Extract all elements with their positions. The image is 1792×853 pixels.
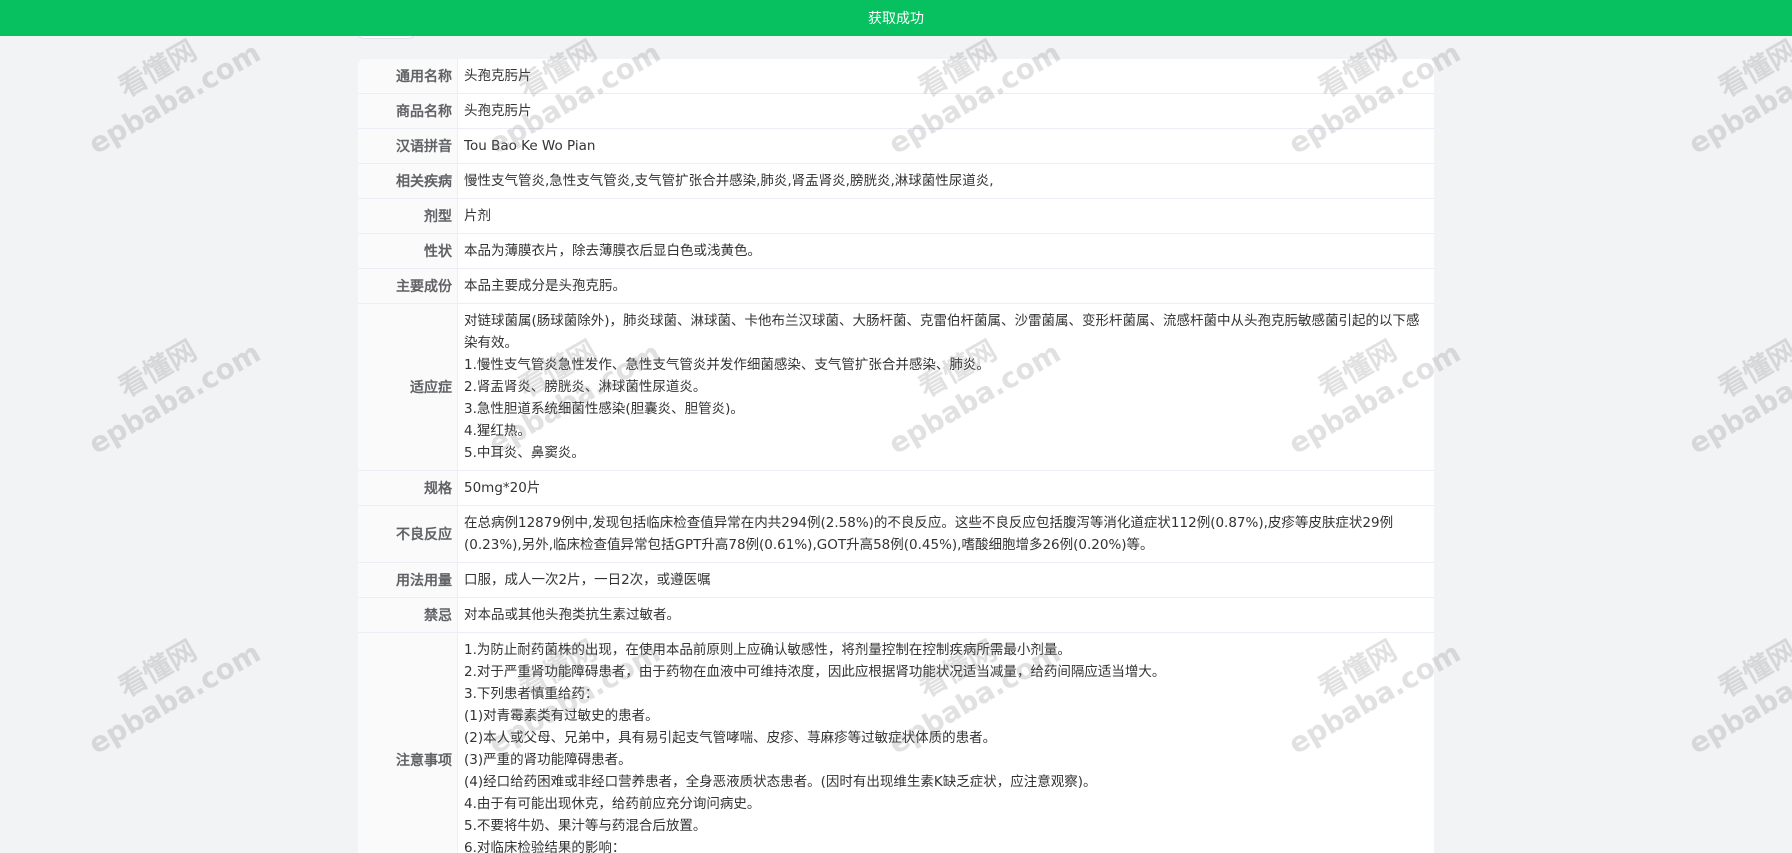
row-value: 对本品或其他头孢类抗生素过敏者。 xyxy=(458,598,1434,632)
row-label: 主要成份 xyxy=(358,269,458,303)
table-row: 不良反应 在总病例12879例中,发现包括临床检查值异常在内共294例(2.58%… xyxy=(358,506,1434,563)
value-line: 1.慢性支气管炎急性发作、急性支气管炎并发作细菌感染、支气管扩张合并感染、肺炎。 xyxy=(464,357,990,373)
row-label: 性状 xyxy=(358,234,458,268)
row-value: Tou Bao Ke Wo Pian xyxy=(458,129,1434,163)
row-value: 慢性支气管炎,急性支气管炎,支气管扩张合并感染,肺炎,肾盂肾炎,膀胱炎,淋球菌性… xyxy=(458,164,1434,198)
row-value: 对链球菌属(肠球菌除外)，肺炎球菌、淋球菌、卡他布兰汉球菌、大肠杆菌、克雷伯杆菌… xyxy=(458,304,1434,470)
row-value: 在总病例12879例中,发现包括临床检查值异常在内共294例(2.58%)的不良… xyxy=(458,506,1434,562)
drug-info-table: 通用名称 头孢克肟片 商品名称 头孢克肟片 汉语拼音 Tou Bao Ke Wo Pian… xyxy=(358,59,1434,853)
value-line: 本品为薄膜衣片，除去薄膜衣后显白色或浅黄色。 xyxy=(464,243,761,259)
table-row: 汉语拼音 Tou Bao Ke Wo Pian xyxy=(358,129,1434,164)
row-value: 头孢克肟片 xyxy=(458,59,1434,93)
value-line: 4.由于有可能出现休克，给药前应充分询问病史。 xyxy=(464,796,761,812)
row-value: 50mg*20片 xyxy=(458,471,1434,505)
row-label: 通用名称 xyxy=(358,59,458,93)
table-row: 适应症 对链球菌属(肠球菌除外)，肺炎球菌、淋球菌、卡他布兰汉球菌、大肠杆菌、克雷… xyxy=(358,304,1434,471)
table-row: 通用名称 头孢克肟片 xyxy=(358,59,1434,94)
table-row: 主要成份 本品主要成分是头孢克肟。 xyxy=(358,269,1434,304)
value-line: 6.对临床检验结果的影响： xyxy=(464,840,626,853)
table-row: 商品名称 头孢克肟片 xyxy=(358,94,1434,129)
value-line: 头孢克肟片 xyxy=(464,103,532,119)
value-line: 2.肾盂肾炎、膀胱炎、淋球菌性尿道炎。 xyxy=(464,379,707,395)
value-line: Tou Bao Ke Wo Pian xyxy=(464,138,596,154)
row-value: 头孢克肟片 xyxy=(458,94,1434,128)
value-line: (1)对青霉素类有过敏史的患者。 xyxy=(464,708,659,724)
value-line: 5.不要将牛奶、果汁等与药混合后放置。 xyxy=(464,818,707,834)
row-value: 片剂 xyxy=(458,199,1434,233)
row-label: 禁忌 xyxy=(358,598,458,632)
table-row: 禁忌 对本品或其他头孢类抗生素过敏者。 xyxy=(358,598,1434,633)
value-line: 2.对于严重肾功能障碍患者，由于药物在血液中可维持浓度，因此应根据肾功能状况适当… xyxy=(464,664,1166,680)
row-label: 剂型 xyxy=(358,199,458,233)
row-value: 口服，成人一次2片，一日2次，或遵医嘱 xyxy=(458,563,1434,597)
value-line: 慢性支气管炎,急性支气管炎,支气管扩张合并感染,肺炎,肾盂肾炎,膀胱炎,淋球菌性… xyxy=(464,173,994,189)
row-value: 本品主要成分是头孢克肟。 xyxy=(458,269,1434,303)
page-background: 通用名称 头孢克肟片 商品名称 头孢克肟片 汉语拼音 Tou Bao Ke Wo Pian… xyxy=(0,0,1792,853)
table-row: 注意事项 1.为防止耐药菌株的出现，在使用本品前原则上应确认敏感性，将剂量控制在控… xyxy=(358,633,1434,853)
value-line: 1.为防止耐药菌株的出现，在使用本品前原则上应确认敏感性，将剂量控制在控制疾病所… xyxy=(464,642,1071,658)
table-row: 用法用量 口服，成人一次2片，一日2次，或遵医嘱 xyxy=(358,563,1434,598)
row-label: 注意事项 xyxy=(358,633,458,853)
table-row: 剂型 片剂 xyxy=(358,199,1434,234)
row-label: 不良反应 xyxy=(358,506,458,562)
value-line: 头孢克肟片 xyxy=(464,68,532,84)
row-label: 适应症 xyxy=(358,304,458,470)
value-line: 3.急性胆道系统细菌性感染(胆囊炎、胆管炎)。 xyxy=(464,401,744,417)
table-row: 性状 本品为薄膜衣片，除去薄膜衣后显白色或浅黄色。 xyxy=(358,234,1434,269)
value-line: 对链球菌属(肠球菌除外)，肺炎球菌、淋球菌、卡他布兰汉球菌、大肠杆菌、克雷伯杆菌… xyxy=(464,313,1420,351)
value-line: 口服，成人一次2片，一日2次，或遵医嘱 xyxy=(464,572,711,588)
value-line: 50mg*20片 xyxy=(464,480,541,496)
value-line: 5.中耳炎、鼻窦炎。 xyxy=(464,445,585,461)
table-row: 规格 50mg*20片 xyxy=(358,471,1434,506)
value-line: 本品主要成分是头孢克肟。 xyxy=(464,278,626,294)
value-line: 片剂 xyxy=(464,208,491,224)
value-line: 4.猩红热。 xyxy=(464,423,531,439)
row-label: 商品名称 xyxy=(358,94,458,128)
toast-message: 获取成功 xyxy=(868,11,924,27)
table-row: 相关疾病 慢性支气管炎,急性支气管炎,支气管扩张合并感染,肺炎,肾盂肾炎,膀胱炎,… xyxy=(358,164,1434,199)
value-line: (3)严重的肾功能障碍患者。 xyxy=(464,752,632,768)
row-label: 用法用量 xyxy=(358,563,458,597)
value-line: (2)本人或父母、兄弟中，具有易引起支气管哮喘、皮疹、荨麻疹等过敏症状体质的患者… xyxy=(464,730,997,746)
row-label: 相关疾病 xyxy=(358,164,458,198)
value-line: 3.下列患者慎重给药： xyxy=(464,686,599,702)
row-label: 规格 xyxy=(358,471,458,505)
row-value: 1.为防止耐药菌株的出现，在使用本品前原则上应确认敏感性，将剂量控制在控制疾病所… xyxy=(458,633,1434,853)
value-line: (4)经口给药困难或非经口营养患者，全身恶液质状态患者。(因时有出现维生素K缺乏… xyxy=(464,774,1097,790)
value-line: 在总病例12879例中,发现包括临床检查值异常在内共294例(2.58%)的不良… xyxy=(464,515,1394,553)
toast-success: 获取成功 xyxy=(0,0,1792,36)
row-value: 本品为薄膜衣片，除去薄膜衣后显白色或浅黄色。 xyxy=(458,234,1434,268)
row-label: 汉语拼音 xyxy=(358,129,458,163)
value-line: 对本品或其他头孢类抗生素过敏者。 xyxy=(464,607,680,623)
